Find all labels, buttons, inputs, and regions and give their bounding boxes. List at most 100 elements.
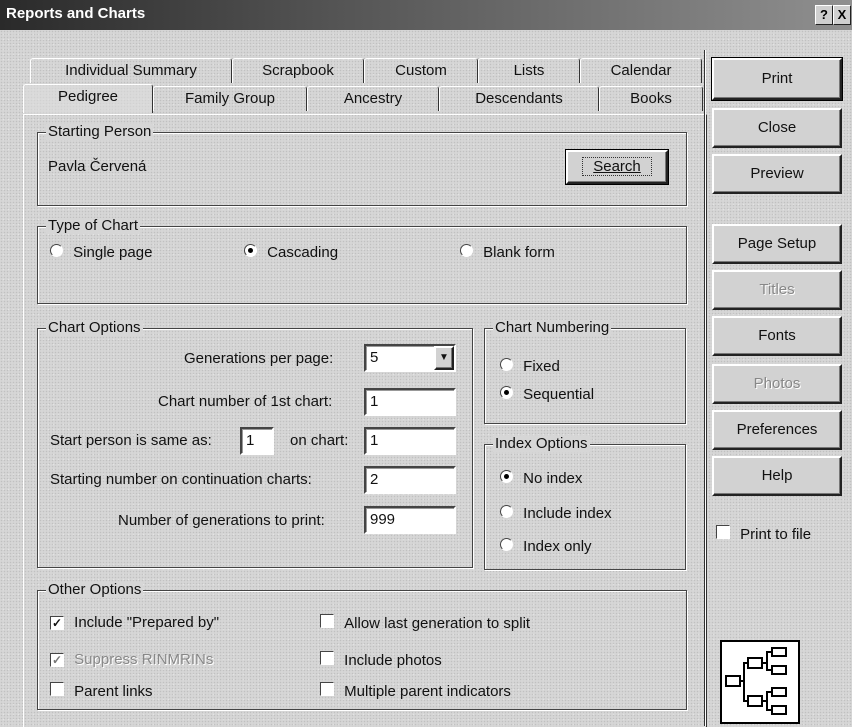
checkbox-prepared-by-box[interactable]: ✓: [50, 616, 64, 630]
checkbox-suppress-rinmrins-box: ✓: [50, 653, 64, 667]
radio-no-index-label: No index: [523, 470, 583, 487]
tab-individual-summary[interactable]: Individual Summary: [30, 58, 232, 83]
on-chart-input[interactable]: 1: [364, 427, 456, 455]
checkbox-include-photos-box[interactable]: [320, 651, 334, 665]
radio-blank-form-label: Blank form: [483, 244, 555, 261]
radio-index-only-label: Index only: [523, 538, 592, 555]
radio-fixed[interactable]: Fixed: [500, 358, 560, 375]
radio-cascading[interactable]: Cascading: [244, 244, 338, 261]
page-setup-button[interactable]: Page Setup: [712, 224, 842, 264]
radio-single-page-indicator[interactable]: [50, 244, 63, 257]
fonts-button[interactable]: Fonts: [712, 316, 842, 356]
help-button[interactable]: Help: [712, 456, 842, 496]
tab-books[interactable]: Books: [599, 86, 703, 111]
preview-button[interactable]: Preview: [712, 154, 842, 194]
tab-calendar[interactable]: Calendar: [580, 58, 702, 83]
tab-custom[interactable]: Custom: [364, 58, 478, 83]
chart-options-legend: Chart Options: [46, 319, 143, 336]
help-title-button[interactable]: ?: [815, 5, 833, 25]
chart-number-label: Chart number of 1st chart:: [158, 393, 333, 410]
radio-no-index[interactable]: No index: [500, 470, 582, 487]
chart-number-value: 1: [370, 393, 379, 410]
photos-button: Photos: [712, 364, 842, 404]
print-button[interactable]: Print: [711, 57, 843, 101]
checkbox-parent-links-box[interactable]: [50, 682, 64, 696]
close-title-button[interactable]: X: [833, 5, 851, 25]
radio-include-index-label: Include index: [523, 505, 612, 522]
chart-type-group: [37, 226, 687, 304]
num-generations-value: 999: [370, 511, 396, 528]
chart-numbering-group: [484, 328, 686, 424]
preferences-button[interactable]: Preferences: [712, 410, 842, 450]
radio-index-only[interactable]: Index only: [500, 538, 592, 555]
checkbox-prepared-by-label: Include "Prepared by": [74, 614, 220, 631]
checkbox-parent-links-label: Parent links: [74, 683, 153, 700]
starting-person-name: Pavla Červená: [48, 158, 147, 175]
on-chart-value: 1: [370, 432, 379, 449]
checkbox-print-to-file[interactable]: Print to file: [716, 525, 811, 543]
radio-no-index-indicator[interactable]: [500, 470, 513, 483]
radio-single-page-label: Single page: [73, 244, 153, 261]
radio-blank-form-indicator[interactable]: [460, 244, 473, 257]
tab-ancestry[interactable]: Ancestry: [307, 86, 439, 111]
tab-pedigree[interactable]: Pedigree: [23, 84, 153, 113]
tab-descendants[interactable]: Descendants: [439, 86, 599, 111]
radio-fixed-label: Fixed: [523, 358, 560, 375]
generations-value: 5: [370, 349, 379, 366]
search-button[interactable]: Search: [565, 149, 669, 185]
tab-scrapbook[interactable]: Scrapbook: [232, 58, 364, 83]
radio-single-page[interactable]: Single page: [50, 244, 152, 261]
start-person-input[interactable]: 1: [240, 427, 274, 455]
titles-button: Titles: [712, 270, 842, 310]
pedigree-chart-icon: [720, 640, 800, 724]
checkbox-print-to-file-box[interactable]: [716, 525, 730, 539]
pedigree-chart-svg: [725, 647, 787, 715]
checkbox-include-photos-label: Include photos: [344, 652, 442, 669]
close-button[interactable]: Close: [712, 108, 842, 148]
continuation-value: 2: [370, 471, 379, 488]
checkbox-parent-links[interactable]: Parent links: [50, 682, 153, 700]
start-person-label: Start person is same as:: [50, 432, 212, 449]
radio-blank-form[interactable]: Blank form: [460, 244, 555, 261]
index-options-legend: Index Options: [493, 435, 590, 452]
checkbox-allow-split-box[interactable]: [320, 614, 334, 628]
radio-include-index[interactable]: Include index: [500, 505, 612, 522]
num-generations-label: Number of generations to print:: [118, 512, 325, 529]
continuation-label: Starting number on continuation charts:: [50, 471, 312, 488]
tab-lists[interactable]: Lists: [478, 58, 580, 83]
checkbox-multiple-parent[interactable]: Multiple parent indicators: [320, 682, 511, 700]
radio-sequential[interactable]: Sequential: [500, 386, 594, 403]
radio-sequential-indicator[interactable]: [500, 386, 513, 399]
checkbox-allow-split[interactable]: Allow last generation to split: [320, 614, 530, 632]
window-title: Reports and Charts: [6, 5, 146, 22]
checkbox-allow-split-label: Allow last generation to split: [344, 615, 531, 632]
radio-sequential-label: Sequential: [523, 386, 595, 403]
tab-family-group[interactable]: Family Group: [153, 86, 307, 111]
checkbox-multiple-parent-label: Multiple parent indicators: [344, 683, 511, 700]
generations-label: Generations per page:: [184, 350, 334, 367]
num-generations-input[interactable]: 999: [364, 506, 456, 534]
radio-fixed-indicator[interactable]: [500, 358, 513, 371]
on-chart-label: on chart:: [290, 432, 349, 449]
start-person-value: 1: [246, 432, 255, 449]
checkbox-suppress-rinmrins: ✓ Suppress RINMRINs: [50, 651, 213, 668]
radio-cascading-label: Cascading: [267, 244, 339, 261]
starting-person-legend: Starting Person: [46, 123, 154, 140]
checkbox-multiple-parent-box[interactable]: [320, 682, 334, 696]
checkbox-print-to-file-label: Print to file: [740, 526, 812, 543]
chart-number-input[interactable]: 1: [364, 388, 456, 416]
chart-numbering-legend: Chart Numbering: [493, 319, 612, 336]
checkbox-suppress-rinmrins-label: Suppress RINMRINs: [74, 651, 214, 668]
other-options-legend: Other Options: [46, 581, 144, 598]
chevron-down-icon[interactable]: ▼: [434, 346, 454, 370]
chart-type-legend: Type of Chart: [46, 217, 141, 234]
generations-select[interactable]: 5 ▼: [364, 344, 456, 372]
radio-index-only-indicator[interactable]: [500, 538, 513, 551]
title-bar: Reports and Charts ? X: [0, 0, 852, 30]
checkbox-prepared-by[interactable]: ✓ Include "Prepared by": [50, 614, 219, 631]
continuation-input[interactable]: 2: [364, 466, 456, 494]
checkbox-include-photos[interactable]: Include photos: [320, 651, 442, 669]
radio-include-index-indicator[interactable]: [500, 505, 513, 518]
radio-cascading-indicator[interactable]: [244, 244, 257, 257]
search-button-label: Search: [582, 157, 652, 176]
